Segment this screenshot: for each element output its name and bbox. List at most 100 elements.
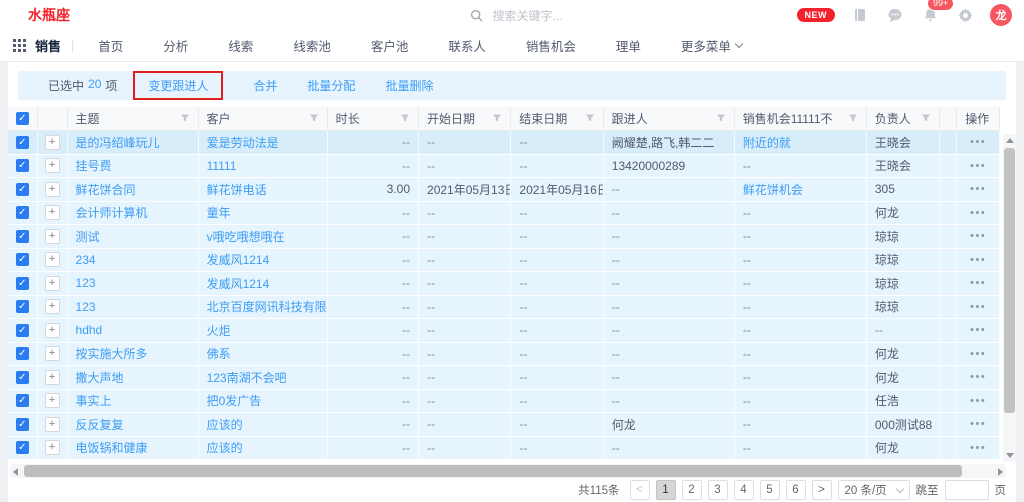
cell-subject-value[interactable]: 反反复复 xyxy=(76,416,124,433)
cell-subject-value[interactable]: 234 xyxy=(76,253,96,267)
row-actions-icon[interactable]: ••• xyxy=(970,160,986,172)
expand-row-button[interactable]: + xyxy=(45,182,60,197)
row-actions-icon[interactable]: ••• xyxy=(970,348,986,360)
cell-customer-value[interactable]: 把0发广告 xyxy=(207,392,262,409)
cell-subject-value[interactable]: 123 xyxy=(76,300,96,314)
cell-subject-value[interactable]: 测试 xyxy=(76,228,100,245)
expand-row-button[interactable]: + xyxy=(45,276,60,291)
nav-tab-8[interactable]: 理单 xyxy=(596,36,661,55)
row-checkbox[interactable]: ✓ xyxy=(16,371,29,384)
row-checkbox[interactable]: ✓ xyxy=(16,394,29,407)
cell-customer-value[interactable]: 应该的 xyxy=(207,439,243,456)
row-checkbox[interactable]: ✓ xyxy=(16,418,29,431)
cell-opportunity-value[interactable]: 鲜花饼机会 xyxy=(743,181,803,198)
filter-icon[interactable] xyxy=(585,112,595,126)
horizontal-scroll-thumb[interactable] xyxy=(24,465,962,477)
cell-subject-value[interactable]: hdhd xyxy=(76,323,103,337)
nav-tab-2[interactable]: 分析 xyxy=(143,36,208,55)
row-checkbox[interactable]: ✓ xyxy=(16,206,29,219)
bulk-button-4[interactable]: 批量删除 xyxy=(385,77,433,94)
expand-row-button[interactable]: + xyxy=(45,417,60,432)
row-actions-icon[interactable]: ••• xyxy=(970,207,986,219)
filter-icon[interactable] xyxy=(180,112,190,126)
cell-subject-value[interactable]: 事实上 xyxy=(76,392,112,409)
row-checkbox[interactable]: ✓ xyxy=(16,441,29,454)
cell-subject-value[interactable]: 鲜花饼合同 xyxy=(76,181,136,198)
nav-tab-1[interactable]: 首页 xyxy=(78,36,143,55)
nav-tab-6[interactable]: 联系人 xyxy=(428,36,506,55)
filter-icon[interactable] xyxy=(400,112,410,126)
bulk-button-3[interactable]: 批量分配 xyxy=(307,77,355,94)
row-actions-icon[interactable]: ••• xyxy=(970,371,986,383)
nav-tab-7[interactable]: 销售机会 xyxy=(506,36,596,55)
row-actions-icon[interactable]: ••• xyxy=(970,301,986,313)
expand-row-button[interactable]: + xyxy=(45,393,60,408)
cell-customer-value[interactable]: 11111 xyxy=(207,159,237,173)
row-checkbox[interactable]: ✓ xyxy=(16,347,29,360)
cell-subject-value[interactable]: 123 xyxy=(76,276,96,290)
page-size-select[interactable]: 20 条/页 xyxy=(838,480,910,500)
filter-icon[interactable] xyxy=(716,112,726,126)
scroll-right-icon[interactable] xyxy=(998,468,1003,476)
row-checkbox[interactable]: ✓ xyxy=(16,277,29,290)
row-actions-icon[interactable]: ••• xyxy=(970,442,986,454)
cell-customer-value[interactable]: 鲜花饼电话 xyxy=(207,181,267,198)
expand-row-button[interactable]: + xyxy=(45,158,60,173)
cell-subject-value[interactable]: 是的冯绍峰玩儿 xyxy=(76,134,160,151)
prev-page-button[interactable]: < xyxy=(630,480,650,500)
select-all-checkbox[interactable]: ✓ xyxy=(16,112,29,125)
avatar[interactable]: 龙 xyxy=(990,4,1012,26)
cell-subject-value[interactable]: 挂号费 xyxy=(76,157,112,174)
gear-icon[interactable] xyxy=(955,5,975,25)
scroll-left-icon[interactable] xyxy=(13,468,18,476)
bell-icon[interactable]: 99+ xyxy=(920,5,940,25)
vertical-scroll-thumb[interactable] xyxy=(1004,148,1015,413)
cell-customer-value[interactable]: v哦吃哦想哦在 xyxy=(207,228,285,245)
cell-customer-value[interactable]: 发威风1214 xyxy=(207,251,270,268)
page-button-2[interactable]: 2 xyxy=(682,480,702,500)
bulk-button-1[interactable]: 变更跟进人 xyxy=(133,71,223,100)
expand-row-button[interactable]: + xyxy=(45,205,60,220)
filter-icon[interactable] xyxy=(309,112,319,126)
cell-customer-value[interactable]: 佛系 xyxy=(207,345,231,362)
expand-row-button[interactable]: + xyxy=(45,135,60,150)
expand-row-button[interactable]: + xyxy=(45,440,60,455)
row-checkbox[interactable]: ✓ xyxy=(16,159,29,172)
row-checkbox[interactable]: ✓ xyxy=(16,136,29,149)
cell-subject-value[interactable]: 会计师计算机 xyxy=(76,204,148,221)
jump-page-input[interactable] xyxy=(945,480,989,500)
row-checkbox[interactable]: ✓ xyxy=(16,300,29,313)
cell-customer-value[interactable]: 火炬 xyxy=(207,322,231,339)
row-actions-icon[interactable]: ••• xyxy=(970,418,986,430)
row-checkbox[interactable]: ✓ xyxy=(16,183,29,196)
page-button-5[interactable]: 5 xyxy=(760,480,780,500)
row-actions-icon[interactable]: ••• xyxy=(970,254,986,266)
expand-row-button[interactable]: + xyxy=(45,252,60,267)
more-menu[interactable]: 更多菜单 xyxy=(661,36,750,55)
expand-row-button[interactable]: + xyxy=(45,323,60,338)
global-search[interactable]: 搜索关键字... xyxy=(467,5,707,25)
cell-customer-value[interactable]: 北京百度网讯科技有限公司 xyxy=(207,298,328,315)
filter-icon[interactable] xyxy=(848,112,858,126)
row-checkbox[interactable]: ✓ xyxy=(16,230,29,243)
horizontal-scrollbar[interactable] xyxy=(10,464,1006,478)
next-page-button[interactable]: > xyxy=(812,480,832,500)
cell-subject-value[interactable]: 电饭锅和健康 xyxy=(76,439,148,456)
expand-row-button[interactable]: + xyxy=(45,370,60,385)
page-button-6[interactable]: 6 xyxy=(786,480,806,500)
row-actions-icon[interactable]: ••• xyxy=(970,324,986,336)
cell-subject-value[interactable]: 撒大声地 xyxy=(76,369,124,386)
page-button-1[interactable]: 1 xyxy=(656,480,676,500)
row-actions-icon[interactable]: ••• xyxy=(970,183,986,195)
row-checkbox[interactable]: ✓ xyxy=(16,324,29,337)
row-actions-icon[interactable]: ••• xyxy=(970,395,986,407)
row-checkbox[interactable]: ✓ xyxy=(16,253,29,266)
cell-customer-value[interactable]: 123南湖不会吧 xyxy=(207,369,287,386)
bulk-button-2[interactable]: 合并 xyxy=(253,77,277,94)
row-actions-icon[interactable]: ••• xyxy=(970,230,986,242)
cell-opportunity-value[interactable]: 附近的就 xyxy=(743,134,791,151)
nav-tab-5[interactable]: 客户池 xyxy=(351,36,429,55)
row-actions-icon[interactable]: ••• xyxy=(970,277,986,289)
message-icon[interactable] xyxy=(885,5,905,25)
expand-row-button[interactable]: + xyxy=(45,346,60,361)
